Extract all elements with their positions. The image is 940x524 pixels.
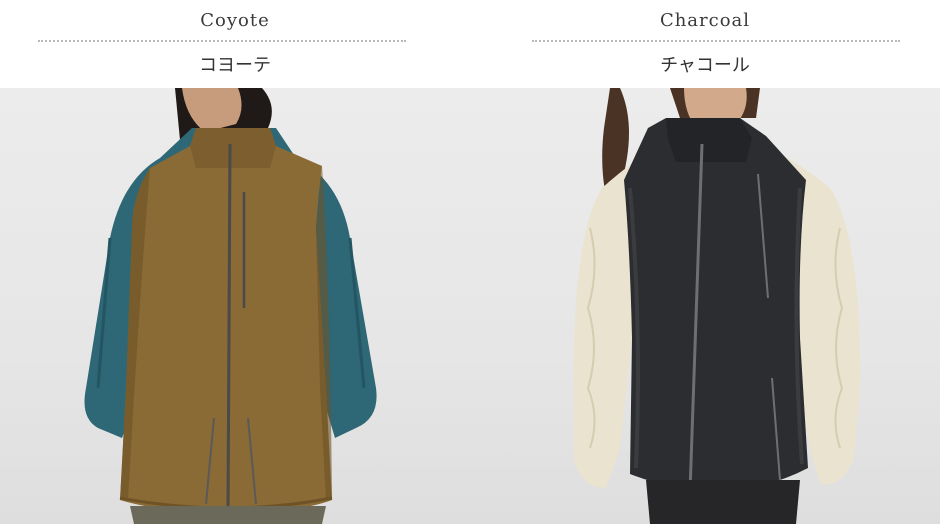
color-name-japanese: コヨーテ [199,55,271,76]
color-variant-gallery: Coyote コヨーテ Charcoal チャコール [0,0,940,524]
color-header: Coyote コヨーテ [0,0,470,88]
color-header: Charcoal チャコール [470,0,940,88]
color-name-english: Charcoal [659,10,751,31]
color-option-charcoal[interactable]: Charcoal チャコール [470,0,940,524]
product-photo-coyote[interactable] [0,88,470,524]
product-photo-charcoal[interactable] [470,88,940,524]
dotted-divider [38,40,406,42]
model-illustration [84,88,377,524]
color-name-english: Coyote [200,10,270,31]
color-option-coyote[interactable]: Coyote コヨーテ [0,0,470,524]
dotted-divider [532,40,900,42]
color-name-japanese: チャコール [660,55,750,76]
model-illustration [573,88,861,524]
